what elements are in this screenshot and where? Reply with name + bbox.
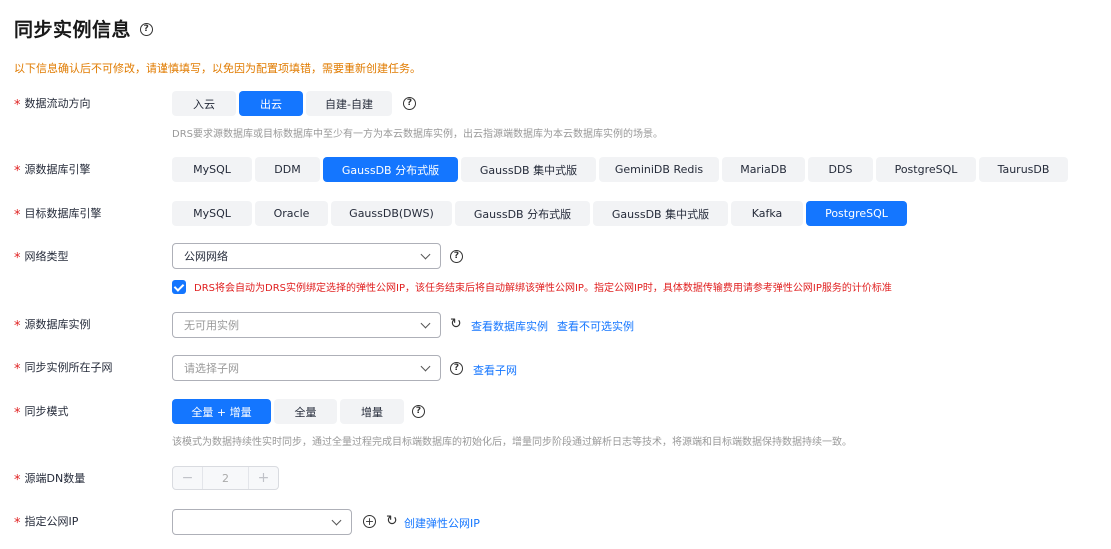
source-engine-label-text: 源数据库引擎 bbox=[24, 163, 91, 176]
source-engine-label: * 源数据库引擎 bbox=[14, 161, 91, 179]
refresh-icon[interactable]: ↻ bbox=[386, 514, 398, 528]
sync-mode-label-text: 同步模式 bbox=[24, 405, 69, 418]
target-engine-option[interactable]: GaussDB 分布式版 bbox=[455, 201, 590, 226]
target-engine-option[interactable]: GaussDB(DWS) bbox=[331, 201, 452, 226]
subnet-label-text: 同步实例所在子网 bbox=[24, 361, 113, 374]
required-star: * bbox=[14, 472, 21, 488]
page-title: 同步实例信息 ? bbox=[14, 15, 154, 42]
network-type-value: 公网网络 bbox=[184, 250, 228, 263]
flow-direction-segmented: 入云 出云 自建-自建 bbox=[172, 91, 395, 116]
target-engine-segmented: MySQL Oracle GaussDB(DWS) GaussDB 分布式版 G… bbox=[172, 201, 910, 226]
sync-mode-segmented: 全量 + 增量 全量 增量 bbox=[172, 399, 407, 424]
chevron-down-icon bbox=[420, 249, 431, 260]
required-star: * bbox=[14, 318, 21, 334]
plus-icon: + bbox=[257, 470, 270, 486]
public-ip-label: * 指定公网IP bbox=[14, 513, 79, 531]
subnet-label: * 同步实例所在子网 bbox=[14, 359, 113, 377]
view-db-instance-link[interactable]: 查看数据库实例 bbox=[471, 318, 548, 334]
chevron-down-icon bbox=[420, 318, 431, 329]
dn-count-stepper: − 2 + bbox=[172, 466, 279, 490]
network-type-label-text: 网络类型 bbox=[24, 250, 69, 263]
dn-count-value: 2 bbox=[202, 467, 249, 489]
sync-mode-hint: 该模式为数据持续性实时同步，通过全量过程完成目标端数据库的初始化后，增量同步阶段… bbox=[172, 437, 852, 448]
source-engine-option[interactable]: DDS bbox=[808, 157, 873, 182]
source-engine-option[interactable]: MariaDB bbox=[722, 157, 805, 182]
sync-mode-option-full-incremental[interactable]: 全量 + 增量 bbox=[172, 399, 271, 424]
public-ip-select[interactable] bbox=[172, 509, 352, 535]
page-title-text: 同步实例信息 bbox=[14, 19, 132, 41]
source-engine-option[interactable]: MySQL bbox=[172, 157, 252, 182]
sync-mode-option-full[interactable]: 全量 bbox=[274, 399, 337, 424]
flow-direction-option-self[interactable]: 自建-自建 bbox=[306, 91, 392, 116]
view-unselectable-instance-link[interactable]: 查看不可选实例 bbox=[557, 318, 634, 334]
subnet-placeholder: 请选择子网 bbox=[184, 362, 239, 375]
source-engine-option[interactable]: TaurusDB bbox=[979, 157, 1068, 182]
source-engine-option[interactable]: GaussDB 分布式版 bbox=[323, 157, 458, 182]
refresh-icon[interactable]: ↻ bbox=[450, 317, 462, 331]
target-engine-option[interactable]: PostgreSQL bbox=[806, 201, 907, 226]
target-engine-option[interactable]: MySQL bbox=[172, 201, 252, 226]
view-subnet-link[interactable]: 查看子网 bbox=[473, 362, 517, 378]
source-instance-label: * 源数据库实例 bbox=[14, 316, 91, 334]
network-type-help-icon[interactable]: ? bbox=[450, 250, 463, 263]
flow-direction-label: * 数据流动方向 bbox=[14, 95, 91, 113]
network-type-select[interactable]: 公网网络 bbox=[172, 243, 441, 269]
minus-icon: − bbox=[181, 470, 194, 486]
create-eip-link[interactable]: 创建弹性公网IP bbox=[404, 515, 480, 531]
warning-notice: 以下信息确认后不可修改，请谨慎填写，以免因为配置项填错，需要重新创建任务。 bbox=[14, 62, 421, 75]
required-star: * bbox=[14, 361, 21, 377]
bind-eip-checkbox[interactable] bbox=[172, 280, 186, 294]
network-type-label: * 网络类型 bbox=[14, 248, 69, 266]
subnet-select[interactable]: 请选择子网 bbox=[172, 355, 441, 381]
source-engine-segmented: MySQL DDM GaussDB 分布式版 GaussDB 集中式版 Gemi… bbox=[172, 157, 1071, 182]
subnet-help-icon[interactable]: ? bbox=[450, 362, 463, 375]
flow-direction-option-out[interactable]: 出云 bbox=[239, 91, 303, 116]
source-instance-label-text: 源数据库实例 bbox=[24, 318, 91, 331]
sync-mode-label: * 同步模式 bbox=[14, 403, 69, 421]
public-ip-label-text: 指定公网IP bbox=[24, 515, 79, 528]
flow-direction-hint: DRS要求源数据库或目标数据库中至少有一方为本云数据库实例，出云指源端数据库为本… bbox=[172, 129, 663, 140]
required-star: * bbox=[14, 163, 21, 179]
target-engine-option[interactable]: Kafka bbox=[731, 201, 803, 226]
required-star: * bbox=[14, 250, 21, 266]
required-star: * bbox=[14, 405, 21, 421]
bind-eip-notice: DRS将会自动为DRS实例绑定选择的弹性公网IP，该任务结束后将自动解绑该弹性公… bbox=[194, 283, 892, 294]
flow-direction-help-icon[interactable]: ? bbox=[403, 97, 416, 110]
chevron-down-icon bbox=[420, 361, 431, 372]
sync-mode-option-incremental[interactable]: 增量 bbox=[340, 399, 404, 424]
flow-direction-option-in[interactable]: 入云 bbox=[172, 91, 236, 116]
source-instance-select[interactable]: 无可用实例 bbox=[172, 312, 441, 338]
dn-count-label-text: 源端DN数量 bbox=[24, 472, 86, 485]
target-engine-label: * 目标数据库引擎 bbox=[14, 205, 102, 223]
source-engine-option[interactable]: PostgreSQL bbox=[876, 157, 976, 182]
source-engine-option[interactable]: GeminiDB Redis bbox=[599, 157, 719, 182]
add-circle-icon[interactable]: + bbox=[363, 515, 376, 528]
source-engine-option[interactable]: DDM bbox=[255, 157, 320, 182]
target-engine-option[interactable]: Oracle bbox=[255, 201, 328, 226]
target-engine-label-text: 目标数据库引擎 bbox=[24, 207, 102, 220]
flow-direction-label-text: 数据流动方向 bbox=[24, 97, 91, 110]
required-star: * bbox=[14, 97, 21, 113]
dn-count-label: * 源端DN数量 bbox=[14, 470, 86, 488]
source-instance-placeholder: 无可用实例 bbox=[184, 319, 239, 332]
sync-mode-help-icon[interactable]: ? bbox=[412, 405, 425, 418]
target-engine-option[interactable]: GaussDB 集中式版 bbox=[593, 201, 728, 226]
chevron-down-icon bbox=[331, 515, 342, 526]
source-engine-option[interactable]: GaussDB 集中式版 bbox=[461, 157, 596, 182]
required-star: * bbox=[14, 207, 21, 223]
help-circle-icon[interactable]: ? bbox=[140, 23, 154, 36]
required-star: * bbox=[14, 515, 21, 531]
